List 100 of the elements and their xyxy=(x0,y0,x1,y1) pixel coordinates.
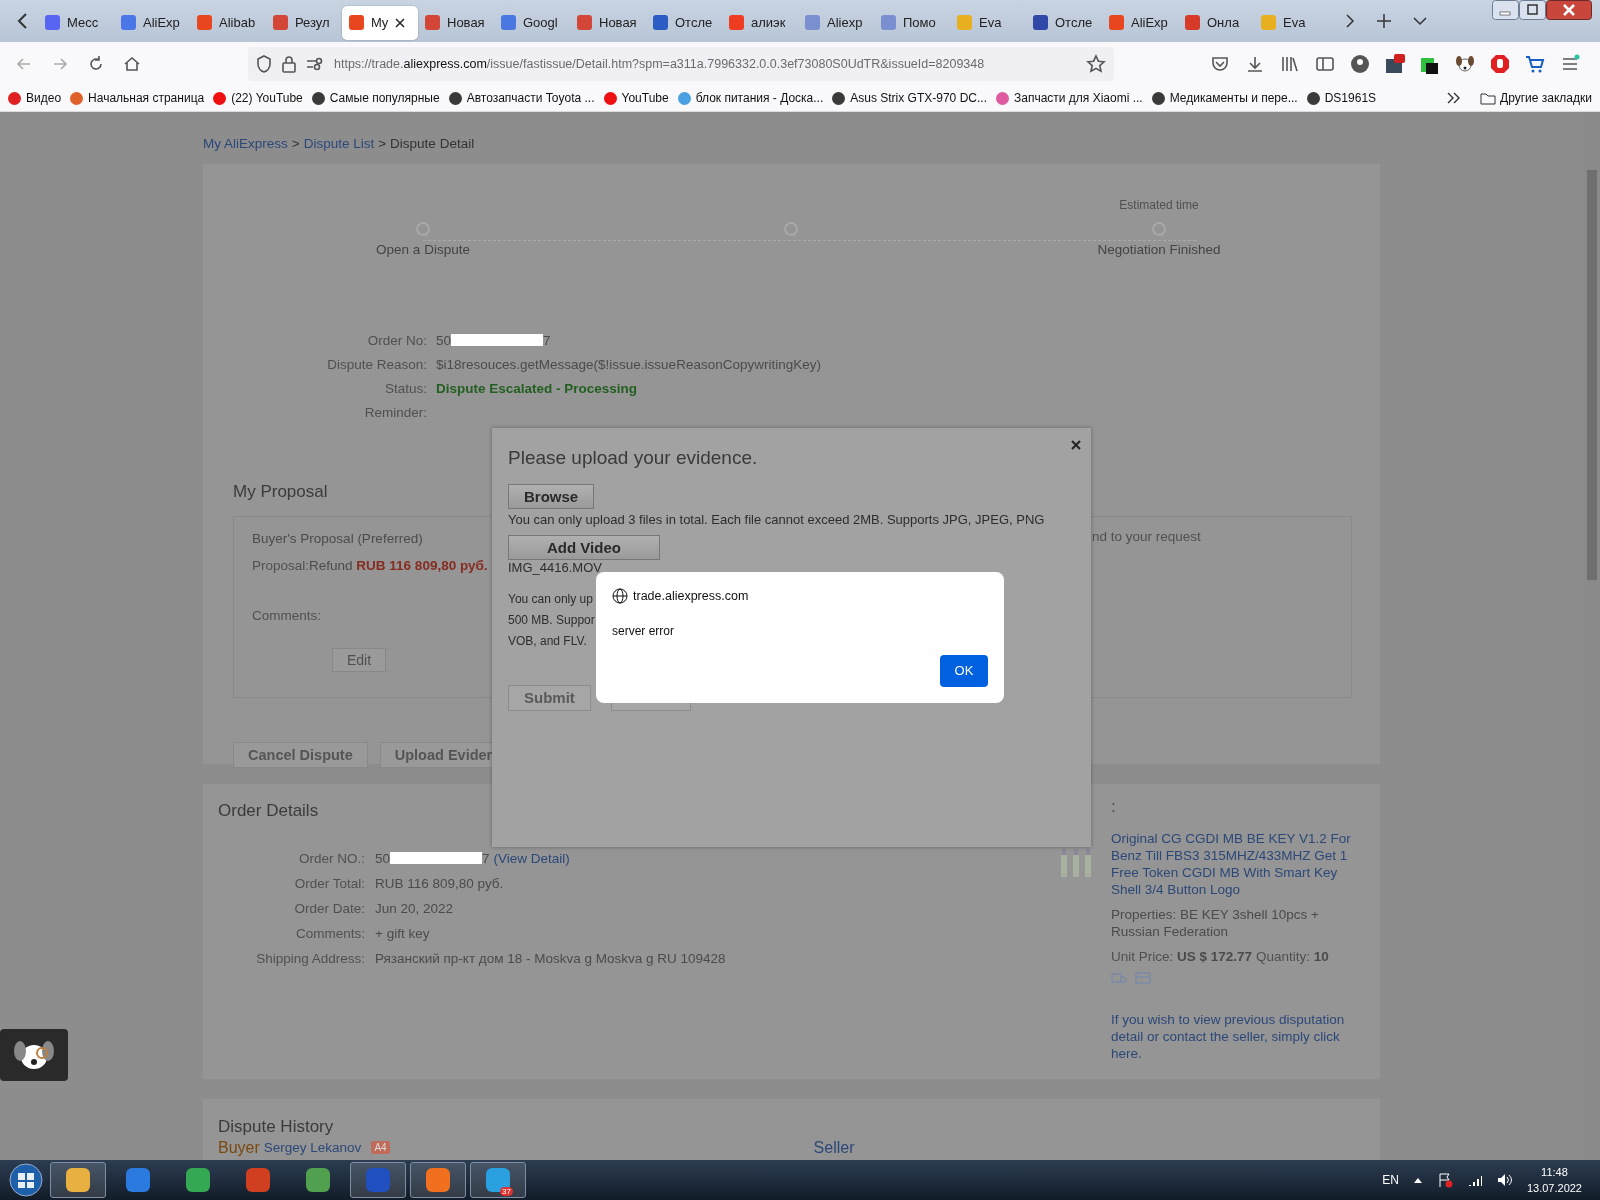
field-label: Order No: xyxy=(366,332,427,348)
field-value: RUB 116 809,80 руб. xyxy=(375,875,504,891)
field-label: Status: xyxy=(383,380,427,396)
cart-icon[interactable] xyxy=(1525,53,1545,74)
dog-icon[interactable] xyxy=(1455,53,1475,74)
browse-button[interactable]: Browse xyxy=(508,483,595,509)
browser-tab[interactable]: Отсле xyxy=(646,6,722,40)
star-icon[interactable] xyxy=(1086,53,1106,74)
field-value: Рязанский пр-кт дом 18 - Moskva g Moskva g RU 109428 xyxy=(375,950,726,966)
address-field[interactable]: https://trade.aliexpress.com/issue/fastissue/Detail.htm?spm=a311a.7996332.0.0.3ef73080S0UdTR&issueId=8209348 xyxy=(248,46,1114,81)
bookmark[interactable]: Запчасти для Xiaomi ... xyxy=(995,91,1143,106)
proposal-text: Proposal:Refund RUB 116 809,80 руб. xyxy=(252,557,488,573)
browser-tab[interactable]: Googl xyxy=(494,6,570,40)
globe-icon xyxy=(612,587,628,604)
file-name: IMG_4416.MOV xyxy=(508,559,602,575)
language-indicator[interactable]: EN xyxy=(1382,1173,1399,1187)
field-label: Comments: xyxy=(294,925,365,941)
bookmark[interactable]: (22) YouTube xyxy=(213,91,303,106)
field-label: Order Date: xyxy=(293,900,365,916)
browser-tab[interactable]: Новая xyxy=(418,6,494,40)
taskbar-app[interactable]: 37 xyxy=(470,1162,526,1198)
field-value: $i18resouces.getMessage($!issue.issueReasonCopywritingKey) xyxy=(436,356,821,372)
notification-badge: 37 xyxy=(500,1187,513,1196)
field-value: 7 xyxy=(482,850,490,866)
field-label: Shipping Address: xyxy=(255,950,365,966)
step-label: Negotiation Finished xyxy=(1097,241,1221,257)
field-label: Order Total: xyxy=(293,875,365,891)
field-value: + gift key xyxy=(375,925,430,941)
clock[interactable]: 11:48 13.07.2022 xyxy=(1526,1164,1582,1196)
profile-icon[interactable] xyxy=(1350,53,1370,74)
browser-tab[interactable]: Резул xyxy=(266,6,342,40)
close-icon[interactable] xyxy=(395,18,406,28)
close-icon[interactable] xyxy=(1546,0,1592,20)
alert-message: server error xyxy=(612,623,675,638)
stop-icon[interactable] xyxy=(1490,53,1510,74)
bookmark[interactable]: блок питания - Доска... xyxy=(677,91,824,106)
extension-icon[interactable] xyxy=(1385,53,1405,74)
alert-host: trade.aliexpress.com xyxy=(633,588,749,603)
browser-tab[interactable]: Отсле xyxy=(1026,6,1102,40)
bookmark[interactable]: Начальная страница xyxy=(70,91,205,106)
bookmark[interactable]: YouTube xyxy=(603,91,669,106)
breadcrumb-current: Dispute Detail xyxy=(390,135,475,151)
browser-tab[interactable]: AliExp xyxy=(114,6,190,40)
field-value: Jun 20, 2022 xyxy=(375,900,454,916)
taskbar-app[interactable] xyxy=(350,1162,406,1198)
comments-label: Comments: xyxy=(252,607,322,623)
bookmark[interactable]: Медикаменты и пере... xyxy=(1151,91,1298,106)
section-heading: My Proposal xyxy=(233,481,328,502)
browser-tab[interactable]: Aliexp xyxy=(798,6,874,40)
bookmark[interactable]: Asus Strix GTX-970 DC... xyxy=(832,91,987,106)
shield-icon xyxy=(256,54,272,73)
volume-icon[interactable] xyxy=(1496,1173,1513,1187)
level-badge: A4 xyxy=(371,1141,390,1155)
proposal-title: Buyer's Proposal (Preferred) xyxy=(252,530,423,546)
maximize-icon[interactable] xyxy=(1519,0,1546,20)
estimated-time-label: Estimated time xyxy=(1119,197,1199,214)
minimize-icon[interactable] xyxy=(1492,0,1519,20)
bookmark[interactable]: Видео xyxy=(8,91,62,106)
section-heading: Dispute History xyxy=(218,1116,334,1137)
browser-tab[interactable]: My xyxy=(342,6,418,40)
proposal-note: nd to your request xyxy=(1092,528,1201,544)
taskbar-app[interactable] xyxy=(50,1162,106,1198)
hint-text: You can only up xyxy=(508,590,593,608)
field-label: Dispute Reason: xyxy=(326,356,427,372)
breadcrumb-separator: > xyxy=(291,135,300,151)
new-tab-icon[interactable] xyxy=(1376,13,1392,29)
product-properties: Properties: BE KEY 3shell 10pcs + Russian Federation xyxy=(1111,905,1320,940)
tray-arrow-icon[interactable] xyxy=(1412,1176,1423,1184)
add-video-button[interactable]: Add Video xyxy=(508,534,660,560)
step-label: Open a Dispute xyxy=(376,241,470,257)
bookmark[interactable]: DS1961S xyxy=(1306,91,1377,106)
browser-tab[interactable]: алиэк xyxy=(722,6,798,40)
browser-tab[interactable]: AliExp xyxy=(1102,6,1178,40)
close-icon[interactable] xyxy=(1071,439,1081,450)
bookmark-folder[interactable]: Другие закладки xyxy=(1500,91,1592,106)
bookmark[interactable]: Самые популярные xyxy=(311,91,440,106)
browser-tab[interactable]: Alibab xyxy=(190,6,266,40)
browser-tab[interactable]: Новая xyxy=(570,6,646,40)
permissions-icon[interactable] xyxy=(306,56,324,71)
bookmark[interactable]: Автозапчасти Toyota ... xyxy=(448,91,595,106)
browser-tab[interactable]: Помо xyxy=(874,6,950,40)
field-label: Reminder: xyxy=(363,404,427,420)
signal-icon[interactable] xyxy=(1466,1173,1483,1187)
chevron-down-icon[interactable] xyxy=(1412,15,1428,27)
hint-text: 500 MB. Suppor xyxy=(508,611,595,629)
browser-tab[interactable]: Месс xyxy=(38,6,114,40)
section-heading: : xyxy=(1111,797,1117,818)
start-icon[interactable] xyxy=(6,1160,46,1200)
browser-tab[interactable]: Eva xyxy=(1254,6,1330,40)
flag-icon[interactable] xyxy=(1436,1172,1453,1188)
taskbar-app[interactable] xyxy=(410,1162,466,1198)
price-text: Unit Price: US $ 172.77 Quantity: 10 xyxy=(1111,947,1330,965)
breadcrumb-separator: > xyxy=(378,135,387,151)
folder-icon xyxy=(1480,91,1497,105)
buyer-label: Buyer xyxy=(218,1138,260,1157)
seller-label: Seller xyxy=(813,1138,855,1157)
ok-button[interactable]: OK xyxy=(940,654,988,687)
browser-tab[interactable]: Онла xyxy=(1178,6,1254,40)
browser-tab[interactable]: Eva xyxy=(950,6,1026,40)
chevron-right-icon[interactable] xyxy=(1344,13,1356,29)
